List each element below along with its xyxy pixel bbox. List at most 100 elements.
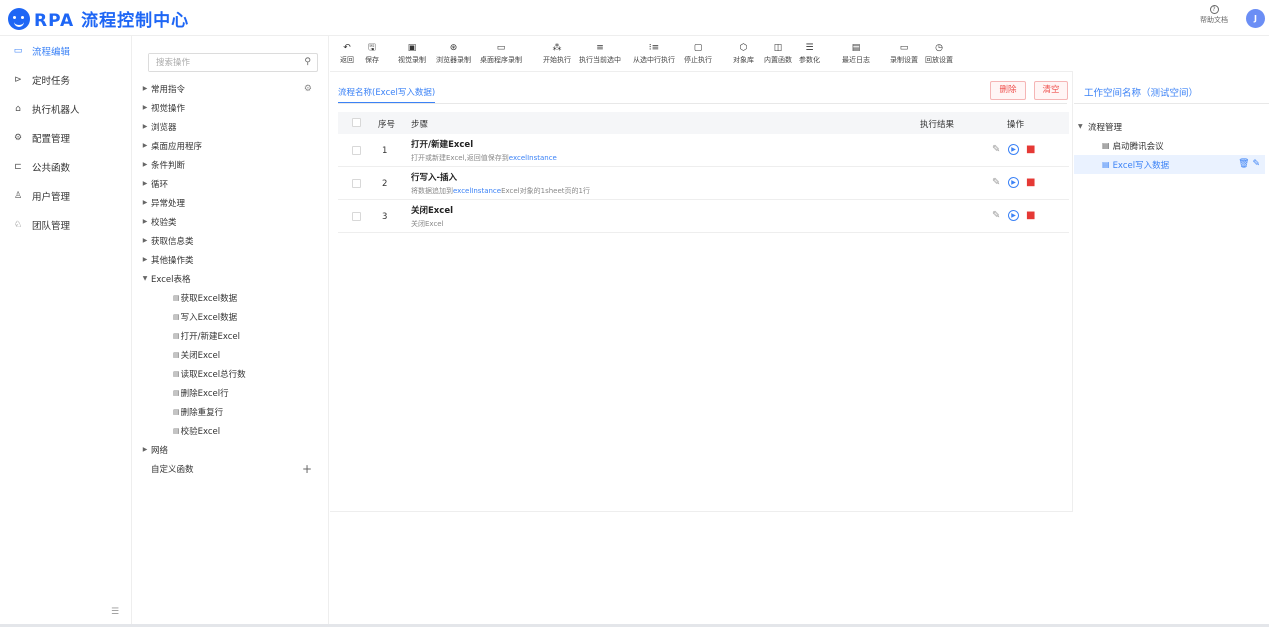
ops-category[interactable]: ▶ 视觉操作: [139, 98, 324, 117]
params-icon: ☰: [805, 43, 814, 53]
ops-item[interactable]: ▤ 获取Excel数据: [173, 288, 237, 307]
row-checkbox[interactable]: [352, 212, 361, 221]
ops-category[interactable]: ▶ 条件判断: [139, 155, 324, 174]
list-icon: ≡: [596, 43, 604, 53]
toolbar-label: 开始执行: [543, 56, 571, 64]
flow-name-tab[interactable]: 流程名称(Excel写入数据): [338, 86, 436, 104]
save-button[interactable]: 🖫 保存: [365, 43, 379, 65]
nav-item-users[interactable]: ♙ 用户管理: [0, 185, 131, 207]
step-row[interactable]: 1 打开/新建Excel 打开或新建Excel,返回值保存到excelInsta…: [338, 134, 1069, 167]
desktop-record-button[interactable]: ▭ 桌面程序录制: [480, 43, 522, 65]
ops-item[interactable]: ▤ 删除Excel行: [173, 383, 229, 402]
ops-category[interactable]: ▶ 其他操作类: [139, 250, 324, 269]
nav-item-config[interactable]: ⚙ 配置管理: [0, 127, 131, 149]
caret-right-icon: ▶: [142, 237, 148, 244]
category-label: 视觉操作: [151, 103, 186, 114]
search-input[interactable]: [149, 54, 289, 71]
step-row[interactable]: 3 关闭Excel 关闭Excel ✎ ▶ ■: [338, 200, 1069, 233]
user-avatar[interactable]: J: [1246, 9, 1265, 28]
row-checkbox[interactable]: [352, 146, 361, 155]
nav-item-public-functions[interactable]: ⊏ 公共函数: [0, 156, 131, 178]
toolbar-label: 最近日志: [842, 56, 870, 64]
recent-logs-button[interactable]: ▤ 最近日志: [842, 43, 870, 65]
ops-item[interactable]: ▤ 校验Excel: [173, 421, 220, 440]
visual-record-button[interactable]: ▣ 视觉录制: [398, 43, 426, 65]
ops-category[interactable]: ▶ 桌面应用程序: [139, 136, 324, 155]
plus-icon[interactable]: +: [302, 462, 312, 476]
nav-label: 公共函数: [32, 163, 71, 174]
ops-item[interactable]: ▤ 读取Excel总行数: [173, 364, 246, 383]
ops-item[interactable]: ▤ 删除重复行: [173, 402, 223, 421]
step-title: 行写入-插入: [411, 173, 458, 183]
back-button[interactable]: ↶ 返回: [340, 43, 354, 65]
clear-button[interactable]: 清空: [1034, 81, 1068, 100]
workspace-item-selected[interactable]: ▤ Excel写入数据 🗑 ✎: [1074, 155, 1265, 174]
edit-icon[interactable]: ✎: [992, 177, 1000, 188]
nav-item-teams[interactable]: ♘ 团队管理: [0, 214, 131, 236]
toolbar-label: 保存: [365, 56, 379, 64]
run-selected-button[interactable]: ≡ 执行当前选中: [579, 43, 621, 65]
ops-category[interactable]: ▶ 异常处理: [139, 193, 324, 212]
run-icon: ⁂: [552, 43, 562, 53]
trash-icon[interactable]: 🗑: [1238, 159, 1249, 169]
select-all-checkbox[interactable]: [352, 118, 361, 127]
ops-item[interactable]: ▤ 打开/新建Excel: [173, 326, 240, 345]
workspace-root[interactable]: ▼ 流程管理: [1078, 117, 1122, 136]
parameterize-button[interactable]: ☰ 参数化: [799, 43, 820, 65]
ops-item-label: 关闭Excel: [180, 350, 221, 361]
collapse-menu-icon[interactable]: ☰: [111, 607, 119, 617]
workspace-item-label: 启动腾讯会议: [1112, 141, 1164, 152]
ops-category[interactable]: ▶ 常用指令 ⚙: [139, 79, 324, 98]
ops-item-label: 删除Excel行: [180, 388, 229, 399]
gear-icon[interactable]: ⚙: [304, 84, 312, 94]
ops-category-excel[interactable]: ▼ Excel表格: [139, 269, 324, 288]
trash-icon[interactable]: ■: [1026, 177, 1035, 188]
ops-category[interactable]: ▶ 网络: [139, 440, 324, 459]
variable-link[interactable]: excelInstance: [509, 154, 557, 162]
toolbar-label: 内置函数: [764, 56, 792, 64]
browser-record-button[interactable]: ⊛ 浏览器录制: [436, 43, 471, 65]
edit-icon[interactable]: ✎: [992, 210, 1000, 221]
ops-category[interactable]: ▶ 校验类: [139, 212, 324, 231]
clock-icon: ◷: [935, 43, 943, 53]
custom-function-row[interactable]: 自定义函数 +: [151, 459, 324, 478]
nav-item-flow-edit[interactable]: ▭ 流程编辑: [0, 40, 131, 62]
app-logo[interactable]: RPA 流程控制中心: [8, 6, 189, 31]
object-library-button[interactable]: ⬡ 对象库: [733, 43, 754, 65]
doc-icon: ▤: [173, 388, 180, 397]
nav-item-robots[interactable]: ⌂ 执行机器人: [0, 98, 131, 120]
ops-item[interactable]: ▤ 关闭Excel: [173, 345, 220, 364]
start-run-button[interactable]: ⁂ 开始执行: [543, 43, 571, 65]
edit-icon[interactable]: ✎: [1252, 159, 1260, 169]
stop-run-button[interactable]: ▢ 停止执行: [684, 43, 712, 65]
toolbar-label: 返回: [340, 56, 354, 64]
edit-icon[interactable]: ✎: [992, 144, 1000, 155]
delete-button[interactable]: 删除: [990, 81, 1026, 100]
search-icon[interactable]: ⚲: [304, 57, 311, 67]
variable-link[interactable]: excelInstance: [453, 187, 501, 195]
row-checkbox[interactable]: [352, 179, 361, 188]
step-row[interactable]: 2 行写入-插入 将数据追加到excelInstanceExcel对象的1she…: [338, 167, 1069, 200]
builtin-functions-button[interactable]: ◫ 内置函数: [764, 43, 792, 65]
ops-category[interactable]: ▶ 获取信息类: [139, 231, 324, 250]
record-settings-button[interactable]: ▭ 录制设置: [890, 43, 918, 65]
ops-item[interactable]: ▤ 写入Excel数据: [173, 307, 237, 326]
workspace-item[interactable]: ▤ 启动腾讯会议: [1102, 136, 1164, 155]
run-step-icon[interactable]: ▶: [1008, 144, 1019, 155]
ops-category[interactable]: ▶ 循环: [139, 174, 324, 193]
toolbar-label: 浏览器录制: [436, 56, 471, 64]
category-label: 校验类: [151, 217, 177, 228]
header-result: 执行结果: [920, 120, 955, 130]
trash-icon[interactable]: ■: [1026, 144, 1035, 155]
help-docs-button[interactable]: ? 帮助文档: [1197, 5, 1231, 25]
trash-icon[interactable]: ■: [1026, 210, 1035, 221]
file-icon: ▤: [1102, 160, 1110, 169]
run-step-icon[interactable]: ▶: [1008, 177, 1019, 188]
playback-settings-button[interactable]: ◷ 回放设置: [925, 43, 953, 65]
category-label: 条件判断: [151, 160, 186, 171]
run-step-icon[interactable]: ▶: [1008, 210, 1019, 221]
category-label: 循环: [151, 179, 169, 190]
ops-category[interactable]: ▶ 浏览器: [139, 117, 324, 136]
run-from-row-button[interactable]: ⁝≡ 从选中行执行: [633, 43, 675, 65]
nav-item-scheduled-tasks[interactable]: ⊳ 定时任务: [0, 69, 131, 91]
